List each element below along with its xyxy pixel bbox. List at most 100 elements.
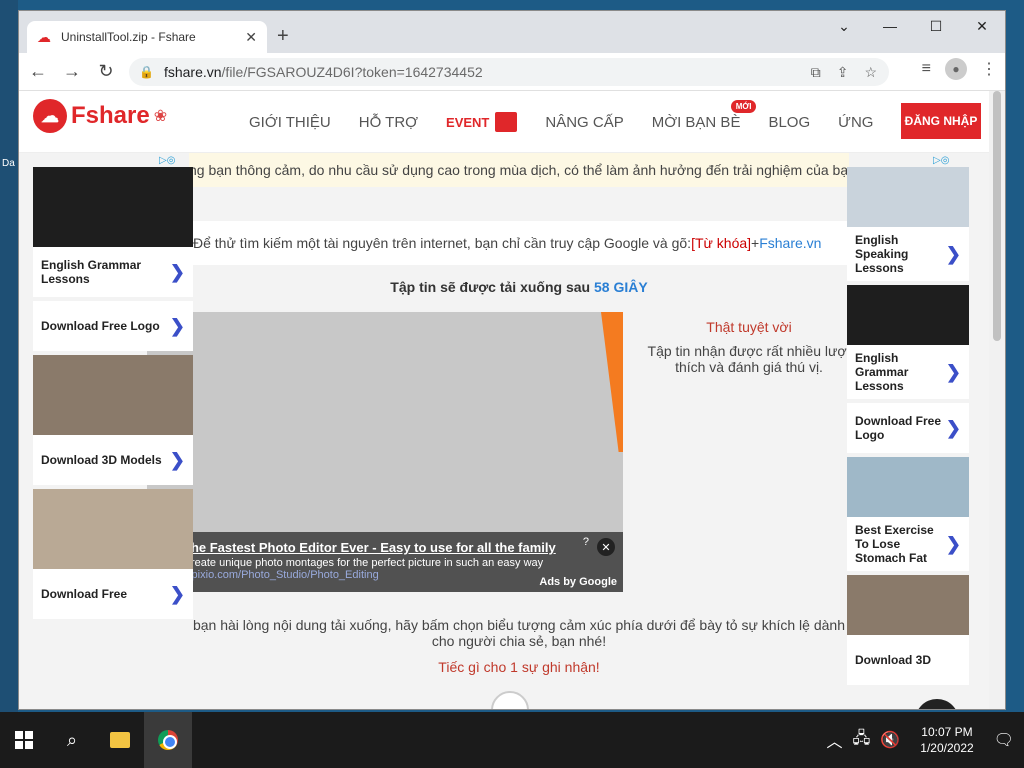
clock-date: 1/20/2022: [920, 741, 974, 755]
support-headset-icon[interactable]: 🎧: [915, 699, 959, 709]
side-ad-card[interactable]: English Speaking Lessons ❯: [847, 167, 969, 281]
new-tab-button[interactable]: +: [277, 25, 289, 48]
clock[interactable]: 10:07 PM 1/20/2022: [910, 724, 983, 756]
notification-icon[interactable]: 🗨: [994, 730, 1014, 750]
reading-list-icon[interactable]: ≡: [922, 60, 931, 78]
side-ad-card[interactable]: Download 3D Models ❯: [33, 355, 193, 485]
gift-icon: [495, 112, 518, 132]
new-badge: MỚI: [730, 99, 757, 113]
side-ad-label: Download Free Logo: [41, 319, 160, 333]
side-ad-card[interactable]: Best Exercise To Lose Stomach Fat ❯: [847, 457, 969, 571]
bookmark-star-icon[interactable]: ☆: [864, 64, 877, 81]
adchoices-icon[interactable]: ▷◎: [159, 155, 175, 166]
side-ad-label: Download 3D: [855, 653, 932, 667]
menu-item-upgrade[interactable]: NÂNG CẤP: [545, 114, 623, 131]
system-tray: ︿ 🖧 🔇 10:07 PM 1/20/2022 🗨: [827, 712, 1024, 768]
ad-info-icon[interactable]: ?: [583, 536, 589, 548]
feedback-box: bạn hài lòng nội dung tải xuống, hãy bấm…: [189, 617, 849, 675]
emoji-reaction-icon[interactable]: [491, 691, 529, 709]
chevron-right-icon[interactable]: ❯: [170, 316, 185, 337]
event-label: EVENT: [446, 114, 490, 130]
ad-image: [847, 285, 969, 345]
search-tip-text: Để thử tìm kiếm một tài nguyên trên inte…: [193, 235, 692, 251]
menu-item-event[interactable]: EVENT: [446, 112, 518, 132]
side-ad-label: English Grammar Lessons: [855, 351, 909, 393]
video-ad[interactable]: The Fastest Photo Editor Ever - Easy to …: [147, 312, 623, 592]
clock-time: 10:07 PM: [921, 725, 973, 739]
chevron-right-icon[interactable]: ❯: [170, 262, 185, 283]
chrome-taskbar-icon[interactable]: [144, 712, 192, 768]
side-ad-label: Best Exercise To Lose Stomach Fat: [855, 523, 934, 565]
ad-overlay[interactable]: The Fastest Photo Editor Ever - Easy to …: [173, 532, 623, 592]
fshare-logo[interactable]: ☁ Fshare ❀: [33, 99, 167, 133]
menu-item-intro[interactable]: GIỚI THIỆU: [249, 114, 331, 131]
tab-close-icon[interactable]: ✕: [245, 29, 257, 46]
rating-box: Thật tuyệt vời Tập tin nhận được rất nhi…: [639, 319, 859, 375]
invite-label: MỜI BẠN BÈ: [651, 113, 741, 131]
fshare-logo-icon: ☁: [33, 99, 67, 133]
profile-avatar-icon[interactable]: ●: [945, 58, 967, 80]
address-bar[interactable]: 🔒 fshare.vn /file/FGSAROUZ4D6I?token=164…: [129, 58, 889, 86]
side-ad-card[interactable]: Download Free ❯: [33, 489, 193, 619]
left-side-ads: English Grammar Lessons ❯ Download Free L…: [33, 167, 193, 623]
desktop-edge: Da: [0, 0, 18, 712]
tab-title: UninstallTool.zip - Fshare: [61, 30, 196, 44]
tiger-mascot-icon: ❀: [153, 108, 168, 125]
ad-title[interactable]: The Fastest Photo Editor Ever - Easy to …: [183, 540, 613, 555]
close-window-button[interactable]: ✕: [959, 11, 1005, 41]
side-ad-label: English Grammar Lessons: [41, 258, 142, 286]
ad-description: Create unique photo montages for the per…: [183, 557, 544, 569]
back-arrow-icon[interactable]: ←: [23, 57, 53, 87]
windows-logo-icon: [15, 731, 33, 749]
side-ad-card[interactable]: Download Free Logo ❯: [33, 301, 193, 351]
share-icon[interactable]: ⇪: [837, 64, 849, 81]
tray-chevron-up-icon[interactable]: ︿: [827, 728, 843, 752]
side-ad-card[interactable]: Download 3D: [847, 575, 969, 685]
notice-bar: ng bạn thông cảm, do nhu cầu sử dụng cao…: [189, 153, 849, 187]
side-ad-label: Download Free: [41, 587, 128, 601]
page-scrollbar[interactable]: [989, 91, 1005, 709]
scrollbar-thumb[interactable]: [993, 91, 1001, 341]
side-ad-card[interactable]: Download Free Logo ❯: [847, 403, 969, 453]
menu-item-blog[interactable]: BLOG: [768, 114, 810, 131]
countdown-seconds: 58 GIÂY: [593, 279, 648, 295]
translate-icon[interactable]: ⧉: [811, 64, 821, 81]
ad-image: [33, 489, 193, 569]
menu-item-support[interactable]: HỖ TRỢ: [359, 114, 418, 131]
reload-icon[interactable]: ↻: [91, 57, 121, 87]
side-ad-card[interactable]: English Grammar Lessons ❯: [847, 285, 969, 399]
volume-icon[interactable]: 🔇: [880, 730, 900, 750]
adchoices-icon[interactable]: ▷◎: [933, 155, 949, 166]
ad-image: [33, 355, 193, 435]
start-button[interactable]: [0, 712, 48, 768]
menu-item-app[interactable]: ỨNG: [838, 114, 873, 131]
search-icon[interactable]: ⌕: [48, 712, 96, 768]
chevron-right-icon[interactable]: ❯: [946, 244, 961, 265]
chevron-right-icon[interactable]: ❯: [946, 534, 961, 555]
browser-tab[interactable]: ☁ UninstallTool.zip - Fshare ✕: [27, 21, 267, 53]
menu-item-invite[interactable]: MỜI BẠN BÈ MỚI: [651, 99, 757, 131]
file-explorer-icon[interactable]: [96, 712, 144, 768]
network-icon[interactable]: 🖧: [853, 727, 871, 754]
search-tip: Để thử tìm kiếm một tài nguyên trên inte…: [189, 221, 849, 265]
page-content: ☁ Fshare ❀ GIỚI THIỆU HỖ TRỢ EVENT NÂNG …: [19, 91, 991, 709]
ad-orange-shape: [601, 312, 623, 452]
minimize-button[interactable]: —: [867, 11, 913, 41]
login-button[interactable]: ĐĂNG NHẬP: [901, 103, 981, 139]
lock-icon[interactable]: 🔒: [139, 65, 154, 79]
forward-arrow-icon[interactable]: →: [57, 57, 87, 87]
side-ad-card[interactable]: English Grammar Lessons ❯: [33, 167, 193, 297]
main-menu: GIỚI THIỆU HỖ TRỢ EVENT NÂNG CẤP MỜI BẠN…: [249, 91, 907, 153]
search-tip-site-link[interactable]: Fshare.vn: [759, 235, 821, 251]
ad-close-icon[interactable]: ✕: [597, 538, 615, 556]
desktop-label: Da: [2, 158, 15, 169]
chevron-right-icon[interactable]: ❯: [170, 450, 185, 471]
tab-search-button[interactable]: ⌄: [821, 11, 867, 41]
menu-kebab-icon[interactable]: ⋮: [981, 59, 997, 79]
side-ad-label: English Speaking Lessons: [855, 233, 909, 275]
chevron-right-icon[interactable]: ❯: [946, 362, 961, 383]
maximize-button[interactable]: ☐: [913, 11, 959, 41]
chevron-right-icon[interactable]: ❯: [946, 418, 961, 439]
chevron-right-icon[interactable]: ❯: [170, 584, 185, 605]
right-side-ads: English Speaking Lessons ❯ English Gramma…: [847, 167, 969, 689]
